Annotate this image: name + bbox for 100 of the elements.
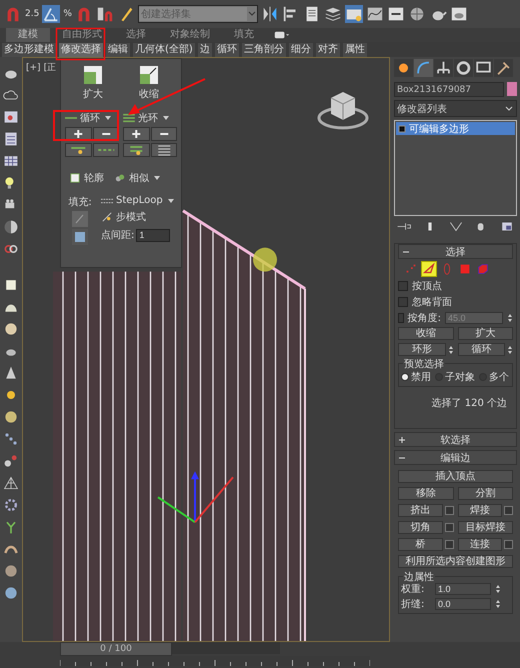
edit-edge-button[interactable]: 切角	[398, 521, 442, 534]
edit-edge-button[interactable]: 移除	[398, 487, 454, 500]
fill-icon[interactable]	[72, 229, 88, 245]
sphere-icon[interactable]	[3, 409, 19, 425]
checkbox[interactable]	[398, 312, 404, 322]
selection-button[interactable]: 收缩	[398, 327, 454, 340]
ribbon-subtab[interactable]: 多边形建模	[2, 42, 56, 56]
ribbon-subtab[interactable]: 循环	[214, 42, 239, 56]
dropdown-icon[interactable]	[274, 31, 290, 39]
ribbon-subtab[interactable]: 几何体(全部)	[133, 42, 195, 56]
edit-edge-button[interactable]: 目标焊接	[458, 521, 513, 534]
spinner-magnet-icon[interactable]	[96, 5, 114, 23]
image-icon[interactable]	[3, 109, 19, 125]
loop-dropdown[interactable]: 循环	[65, 111, 119, 125]
square-icon[interactable]	[3, 277, 19, 293]
rollout-header[interactable]: 选择	[398, 244, 513, 259]
edit-edge-button[interactable]: 挤出	[398, 504, 442, 517]
sphere-icon[interactable]	[408, 5, 426, 23]
hierarchy-tab-icon[interactable]	[434, 59, 453, 77]
ribbon-subtab[interactable]: 属性	[342, 42, 367, 56]
viewport-label[interactable]: [+]	[26, 63, 41, 73]
selection-button[interactable]: 环形	[398, 343, 446, 356]
similar-dropdown[interactable]: 相似	[114, 171, 160, 185]
dots-icon[interactable]	[3, 431, 19, 447]
plus-icon[interactable]	[123, 127, 150, 141]
ribbon-tab[interactable]: 自由形式	[50, 28, 114, 42]
mesh-icon[interactable]	[3, 475, 19, 491]
rollout-header[interactable]: 编辑边	[394, 450, 517, 465]
grid-icon[interactable]	[3, 153, 19, 169]
ribbon-subtab[interactable]: 边	[198, 42, 212, 56]
value-field[interactable]: 0.0	[435, 598, 491, 610]
lines-icon[interactable]	[150, 143, 177, 157]
settings-icon[interactable]	[499, 221, 515, 232]
ribbon-subtab[interactable]: 三角剖分	[242, 42, 286, 56]
edit-edge-button[interactable]: 焊接	[458, 504, 502, 517]
steploop-dropdown[interactable]: StepLoop	[101, 195, 174, 206]
settings-toggle[interactable]	[504, 540, 513, 549]
selection-button[interactable]: 扩大	[458, 327, 513, 340]
edit-edge-button[interactable]: 分割	[458, 487, 513, 500]
rollout-header[interactable]: 软选择	[394, 432, 517, 447]
object-color-swatch[interactable]	[507, 82, 517, 96]
selection-button[interactable]: 循环	[458, 343, 505, 356]
mirror-icon[interactable]	[260, 5, 279, 23]
step-mode-button[interactable]: 步模式	[101, 210, 174, 224]
edge-icon[interactable]	[422, 262, 436, 276]
spacing-field[interactable]: 1	[136, 228, 170, 242]
sun-tab-icon[interactable]	[394, 59, 413, 77]
modifier-stack-item[interactable]: 可编辑多边形	[396, 122, 515, 135]
spinner-icon[interactable]	[495, 583, 501, 595]
ribbon-subtab[interactable]: 对齐	[316, 42, 340, 56]
window-icon[interactable]	[386, 5, 405, 23]
half-sphere-icon[interactable]	[3, 219, 19, 235]
ring-add-icon[interactable]	[123, 143, 150, 157]
object-name-field[interactable]: Box2131679087	[394, 82, 504, 97]
checkbox[interactable]	[398, 296, 408, 306]
value-field[interactable]: 1.0	[435, 583, 491, 595]
spinner-icon[interactable]	[507, 344, 513, 356]
edit-edge-button[interactable]: 桥	[398, 538, 442, 551]
viewcube-drawing[interactable]	[318, 92, 368, 130]
monitor-tab-icon[interactable]	[474, 59, 493, 77]
viewport[interactable]: [+] [正 扩大 收缩 循环 光环 轮廓 相似 填充: StepLoop 步模式 点间距: 1	[22, 57, 390, 642]
ribbon-tab[interactable]: 对象绘制	[158, 28, 222, 42]
insert-vertex-button[interactable]: 插入顶点	[398, 470, 513, 483]
pin-icon[interactable]	[396, 221, 412, 232]
ribbon-subtab[interactable]: 编辑	[106, 42, 130, 56]
molecule-icon[interactable]	[3, 453, 19, 469]
time-slider-thumb[interactable]: 0 / 100	[60, 642, 172, 656]
minus-icon[interactable]	[150, 127, 177, 141]
gear-icon[interactable]	[3, 497, 19, 513]
layers-icon[interactable]	[324, 5, 342, 23]
shrink-button[interactable]: 收缩	[139, 65, 159, 101]
ribbon-subtab[interactable]: 细分	[288, 42, 313, 56]
sphere-icon[interactable]	[3, 585, 19, 601]
ribbon-tab[interactable]: 选择	[114, 28, 158, 42]
ribbon-tab[interactable]: 建模	[6, 28, 50, 42]
create-shape-button[interactable]: 利用所选内容创建图形	[398, 555, 513, 568]
viewport-label[interactable]: [正	[44, 61, 56, 74]
angle-snap-icon[interactable]	[42, 5, 60, 23]
modifier-list-dropdown[interactable]: 修改器列表	[394, 100, 517, 117]
radio-button[interactable]	[401, 373, 409, 381]
sphere-icon[interactable]	[3, 563, 19, 579]
hammer-tab-icon[interactable]	[494, 59, 513, 77]
outline-button[interactable]: 轮廓	[69, 171, 104, 185]
spinner-icon[interactable]	[495, 598, 501, 610]
disc-tab-icon[interactable]	[454, 59, 473, 77]
funnel-icon[interactable]	[448, 221, 464, 232]
ribbon-tab[interactable]: 填充	[222, 28, 266, 42]
edit-edge-button[interactable]: 连接	[458, 538, 502, 551]
ribbon-subtab[interactable]: 修改选择	[59, 42, 103, 56]
folder-icon[interactable]	[344, 5, 363, 23]
spinner-icon[interactable]	[507, 312, 513, 324]
curve-editor-icon[interactable]	[366, 5, 384, 23]
settings-toggle[interactable]	[504, 506, 513, 515]
spinner-icon[interactable]	[448, 344, 454, 356]
ring-dropdown[interactable]: 光环	[123, 111, 177, 125]
sphere-icon[interactable]	[3, 321, 19, 337]
checkbox[interactable]	[398, 280, 408, 290]
calendar-icon[interactable]	[3, 131, 19, 147]
grow-button[interactable]: 扩大	[83, 65, 103, 101]
loop-add-icon[interactable]	[65, 143, 92, 157]
